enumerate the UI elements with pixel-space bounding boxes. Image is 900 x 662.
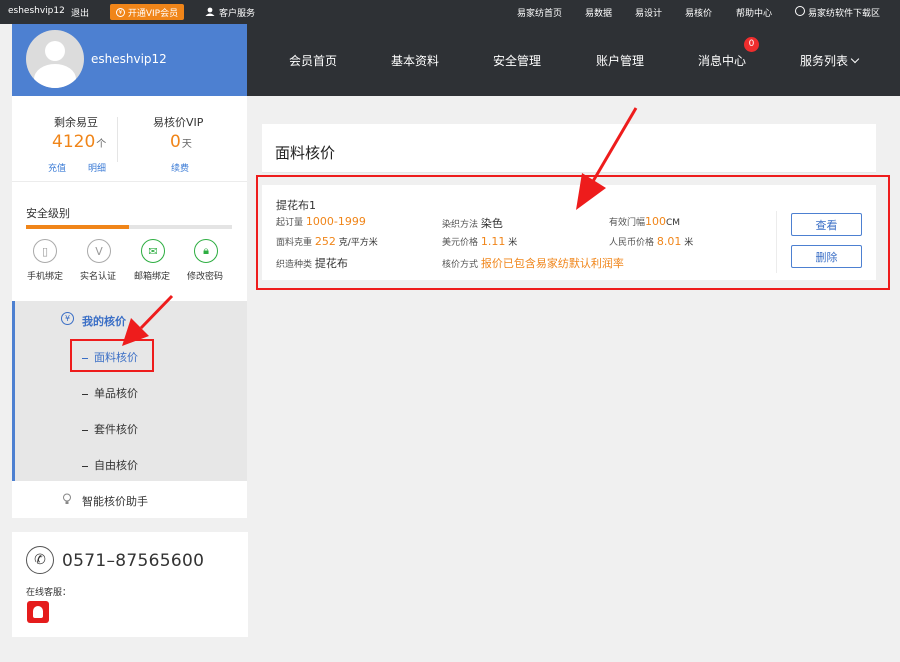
highlight-box-record [256,175,890,290]
pricing-menu-icon: ¥ [61,312,74,325]
real-name-icon[interactable]: V [87,239,111,263]
profile-header: esheshvip12 [12,24,247,96]
chevron-down-icon [850,54,860,64]
detail-link[interactable]: 明细 [88,161,106,174]
avatar[interactable] [26,30,84,88]
menu-item-single-pricing[interactable]: 单品核价 [82,385,138,401]
header-divider [262,172,876,173]
topbar-link-data[interactable]: 易数据 [585,6,612,19]
qq-icon[interactable] [27,601,49,623]
nav-member-home[interactable]: 会员首页 [289,52,337,69]
menu-item-label: 套件核价 [94,423,138,436]
phone-number: 0571–87565600 [62,551,205,571]
security-level-title: 安全级别 [26,207,70,220]
online-service-label: 在线客服： [26,588,72,598]
phone-bind-icon[interactable]: ▯ [33,239,57,263]
menu-active-bar [12,301,15,481]
nav-service-list[interactable]: 服务列表 [800,52,860,69]
menu-item-set-pricing[interactable]: 套件核价 [82,421,138,437]
topbar-link-design[interactable]: 易设计 [635,6,662,19]
nav-messages[interactable]: 消息中心 [698,52,746,69]
topbar-link-home[interactable]: 易家纺首页 [517,6,562,19]
beans-value-wrap: 4120个 [52,132,106,152]
phone-icon: ✆ [26,546,54,574]
top-bar: esheshvip12 退出 ¥ 开通VIP会员 客户服务 易家纺首页 易数据 … [0,0,900,24]
vip-label: 易核价VIP [153,116,204,129]
vip-value: 0 [170,132,181,152]
topbar-link-pricing[interactable]: 易核价 [685,6,712,19]
open-vip-label: 开通VIP会员 [127,8,179,19]
lock-icon[interactable]: 🔒︎ [194,239,218,263]
nav-basic-info[interactable]: 基本资料 [391,52,439,69]
vip-unit: 天 [181,139,192,150]
menu-item-free-pricing[interactable]: 自由核价 [82,457,138,473]
lightbulb-icon [63,493,71,504]
customer-service-link[interactable]: 客户服务 [219,6,255,19]
download-link[interactable]: 易家纺软件下载区 [808,6,880,19]
email-bind-icon[interactable]: ✉ [141,239,165,263]
menu-item-label: 单品核价 [94,387,138,400]
real-name-label[interactable]: 实名认证 [80,269,116,282]
security-level-fill [26,225,129,229]
message-badge: 0 [744,37,759,52]
assistant-label[interactable]: 智能核价助手 [82,493,148,509]
open-vip-button[interactable]: ¥ 开通VIP会员 [110,4,184,20]
content-header [262,124,876,172]
change-password-label[interactable]: 修改密码 [187,269,223,282]
download-icon [795,6,805,16]
nav-service-list-label: 服务列表 [800,54,849,68]
vip-icon: ¥ [115,7,125,17]
menu-title-my-pricing[interactable]: 我的核价 [82,313,126,329]
beans-value: 4120 [52,132,96,152]
page-title: 面料核价 [275,144,336,162]
card-divider [12,181,247,182]
vip-value-wrap: 0天 [170,132,192,152]
stats-divider [117,117,118,162]
topbar-username[interactable]: esheshvip12 [8,6,65,16]
beans-unit: 个 [96,139,107,150]
logout-link[interactable]: 退出 [71,6,89,19]
customer-service-icon [205,7,215,16]
nav-account[interactable]: 账户管理 [596,52,644,69]
email-bind-label[interactable]: 邮箱绑定 [134,269,170,282]
topbar-link-help[interactable]: 帮助中心 [736,6,772,19]
recharge-link[interactable]: 充值 [48,161,66,174]
beans-label: 剩余易豆 [54,116,98,129]
nav-security[interactable]: 安全管理 [493,52,541,69]
phone-bind-label[interactable]: 手机绑定 [27,269,63,282]
highlight-box-menu [70,339,154,372]
renew-link[interactable]: 续费 [171,161,189,174]
profile-username: esheshvip12 [91,52,167,66]
main-nav: 会员首页 基本资料 安全管理 账户管理 消息中心 服务列表 [247,24,900,96]
menu-item-label: 自由核价 [94,459,138,472]
